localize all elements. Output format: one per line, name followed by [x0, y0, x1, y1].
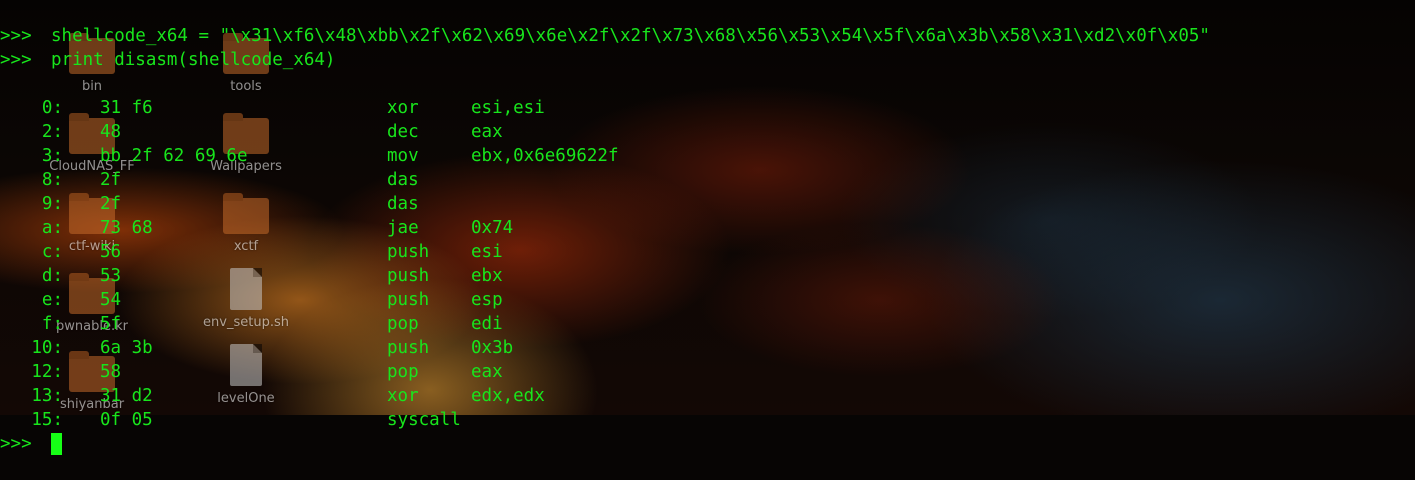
disasm-bytes: 58: [100, 362, 122, 382]
disasm-bytes: 5f: [100, 314, 122, 334]
disasm-operands: edi: [471, 314, 503, 334]
disasm-row: 2: 48 dec eax: [0, 120, 1415, 144]
disasm-bytes: 6a 3b: [100, 338, 153, 358]
disasm-row: f: 5f pop edi: [0, 312, 1415, 336]
disasm-offset: 10:: [31, 338, 63, 358]
disasm-mnemonic: syscall: [387, 410, 461, 430]
disasm-operands: ebx: [471, 266, 503, 286]
disasm-bytes: 56: [100, 242, 122, 262]
disasm-offset: 13:: [31, 386, 63, 406]
disasm-mnemonic: xor: [387, 386, 419, 406]
disasm-operands: 0x3b: [471, 338, 514, 358]
disasm-mnemonic: push: [387, 290, 430, 310]
disasm-offset: 9:: [41, 194, 63, 214]
disasm-bytes: 2f: [100, 170, 122, 190]
disasm-row: 15: 0f 05 syscall: [0, 408, 1415, 432]
disasm-operands: 0x74: [471, 218, 514, 238]
disasm-mnemonic: das: [387, 170, 419, 190]
disasm-row: e: 54 push esp: [0, 288, 1415, 312]
disasm-bytes: 73 68: [100, 218, 153, 238]
disasm-offset: 0:: [41, 98, 63, 118]
disasm-bytes: 48: [100, 122, 122, 142]
disasm-offset: f:: [41, 314, 63, 334]
disasm-mnemonic: dec: [387, 122, 419, 142]
disasm-bytes: 0f 05: [100, 410, 153, 430]
disasm-row: 9: 2f das: [0, 192, 1415, 216]
disasm-offset: 2:: [41, 122, 63, 142]
command-line: >>> print disasm(shellcode_x64): [0, 48, 1415, 72]
python-terminal[interactable]: >>> shellcode_x64 = "\x31\xf6\x48\xbb\x2…: [0, 0, 1415, 480]
disasm-row: a: 73 68 jae 0x74: [0, 216, 1415, 240]
disasm-offset: 3:: [41, 146, 63, 166]
disasm-offset: 8:: [41, 170, 63, 190]
disasm-row: 12: 58 pop eax: [0, 360, 1415, 384]
disasm-row: 8: 2f das: [0, 168, 1415, 192]
text-cursor: [51, 433, 62, 455]
disasm-offset: 12:: [31, 362, 63, 382]
prompt: >>>: [0, 26, 43, 46]
disasm-offset: d:: [41, 266, 63, 286]
disasm-mnemonic: push: [387, 242, 430, 262]
disasm-offset: c:: [41, 242, 63, 262]
command-line: >>> shellcode_x64 = "\x31\xf6\x48\xbb\x2…: [0, 24, 1415, 48]
disasm-operands: esp: [471, 290, 503, 310]
disasm-mnemonic: pop: [387, 362, 419, 382]
disasm-mnemonic: jae: [387, 218, 419, 238]
prompt: >>>: [0, 434, 43, 454]
disasm-bytes: 31 d2: [100, 386, 153, 406]
disasm-mnemonic: xor: [387, 98, 419, 118]
disasm-operands: ebx,0x6e69622f: [471, 146, 619, 166]
disasm-mnemonic: push: [387, 266, 430, 286]
disasm-operands: esi: [471, 242, 503, 262]
disasm-mnemonic: mov: [387, 146, 419, 166]
disasm-row: 10: 6a 3b push 0x3b: [0, 336, 1415, 360]
disasm-operands: edx,edx: [471, 386, 545, 406]
disasm-operands: eax: [471, 122, 503, 142]
disasm-bytes: bb 2f 62 69 6e: [100, 146, 248, 166]
command-text: shellcode_x64 = "\x31\xf6\x48\xbb\x2f\x6…: [51, 26, 1210, 46]
disasm-bytes: 53: [100, 266, 122, 286]
disasm-mnemonic: das: [387, 194, 419, 214]
disasm-operands: eax: [471, 362, 503, 382]
disasm-row: 3: bb 2f 62 69 6e mov ebx,0x6e69622f: [0, 144, 1415, 168]
disasm-offset: a:: [41, 218, 63, 238]
prompt: >>>: [0, 50, 43, 70]
disasm-row: 13: 31 d2 xor edx,edx: [0, 384, 1415, 408]
disasm-row: c: 56 push esi: [0, 240, 1415, 264]
disasm-row: d: 53 push ebx: [0, 264, 1415, 288]
disasm-bytes: 31 f6: [100, 98, 153, 118]
disasm-mnemonic: pop: [387, 314, 419, 334]
command-text: print disasm(shellcode_x64): [51, 50, 336, 70]
disasm-offset: e:: [41, 290, 63, 310]
disasm-bytes: 2f: [100, 194, 122, 214]
disassembly-output: 0: 31 f6 xor esi,esi 2: 48 dec eax 3: bb 2f 62 69…: [0, 96, 1415, 432]
active-prompt-line[interactable]: >>>: [0, 432, 1415, 456]
disasm-bytes: 54: [100, 290, 122, 310]
disasm-operands: esi,esi: [471, 98, 545, 118]
disasm-mnemonic: push: [387, 338, 430, 358]
disasm-row: 0: 31 f6 xor esi,esi: [0, 96, 1415, 120]
disasm-offset: 15:: [31, 410, 63, 430]
